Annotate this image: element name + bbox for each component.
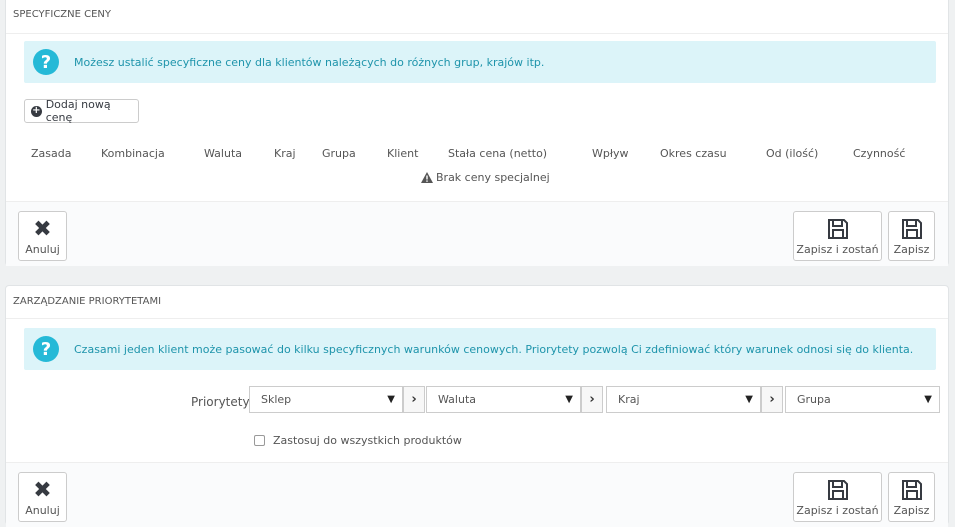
floppy-disk-icon bbox=[901, 480, 922, 500]
cancel-button[interactable]: ✖ Anuluj bbox=[18, 472, 67, 522]
column-header: Waluta bbox=[204, 147, 242, 160]
empty-message: Brak ceny specjalnej bbox=[436, 171, 550, 184]
priority-select-4[interactable]: Grupa ▼ bbox=[785, 386, 940, 413]
save-button[interactable]: Zapisz bbox=[888, 472, 935, 522]
question-icon: ? bbox=[33, 336, 59, 362]
panel-footer: ✖ Anuluj Zapisz i zostań Zapisz bbox=[6, 201, 948, 266]
panel-footer: ✖ Anuluj Zapisz i zostań Zapisz bbox=[6, 462, 948, 527]
add-new-price-label: Dodaj nową cenę bbox=[45, 98, 111, 124]
caret-down-icon: ▼ bbox=[924, 394, 932, 405]
save-and-stay-button[interactable]: Zapisz i zostań bbox=[793, 472, 882, 522]
column-header: Od (ilość) bbox=[766, 147, 819, 160]
select-value: Waluta bbox=[438, 393, 476, 406]
add-new-price-button[interactable]: + Dodaj nową cenę bbox=[24, 98, 139, 124]
column-header: Grupa bbox=[322, 147, 356, 160]
save-and-stay-button[interactable]: Zapisz i zostań bbox=[793, 211, 882, 261]
save-button[interactable]: Zapisz bbox=[888, 211, 935, 261]
question-icon: ? bbox=[33, 49, 59, 75]
floppy-disk-icon bbox=[827, 219, 848, 239]
priority-select-3[interactable]: Kraj ▼ bbox=[606, 386, 761, 413]
cancel-label: Anuluj bbox=[25, 243, 60, 256]
chevron-right-icon: › bbox=[581, 386, 603, 413]
save-and-stay-label: Zapisz i zostań bbox=[796, 243, 879, 256]
priority-select-1[interactable]: Sklep ▼ bbox=[249, 386, 403, 413]
caret-down-icon: ▼ bbox=[387, 394, 395, 405]
panel-title: Specyficzne ceny bbox=[6, 0, 948, 34]
column-header: Wpływ bbox=[592, 147, 629, 160]
priorities-panel: Zarządzanie priorytetami ? Czasami jeden… bbox=[5, 285, 949, 527]
floppy-disk-icon bbox=[827, 480, 848, 500]
priorities-label: Priorytety bbox=[191, 395, 250, 409]
info-alert: ? Czasami jeden klient może pasować do k… bbox=[24, 328, 936, 370]
warning-icon bbox=[421, 172, 433, 183]
floppy-disk-icon bbox=[901, 219, 922, 239]
select-value: Grupa bbox=[797, 393, 831, 406]
column-header: Klient bbox=[387, 147, 419, 160]
cancel-button[interactable]: ✖ Anuluj bbox=[18, 211, 67, 261]
apply-all-option[interactable]: Zastosuj do wszystkich produktów bbox=[254, 434, 462, 447]
info-alert: ? Możesz ustalić specyficzne ceny dla kl… bbox=[24, 41, 936, 83]
empty-table-row: Brak ceny specjalnej bbox=[421, 171, 550, 184]
panel-title: Zarządzanie priorytetami bbox=[6, 286, 948, 319]
info-text: Czasami jeden klient może pasować do kil… bbox=[74, 342, 914, 356]
apply-all-checkbox[interactable] bbox=[254, 435, 265, 446]
plus-circle-icon: + bbox=[31, 104, 42, 117]
priority-select-2[interactable]: Waluta ▼ bbox=[426, 386, 581, 413]
cancel-label: Anuluj bbox=[25, 504, 60, 517]
column-header: Kraj bbox=[274, 147, 296, 160]
select-value: Sklep bbox=[261, 393, 292, 406]
column-header: Stała cena (netto) bbox=[448, 147, 548, 160]
column-header: Kombinacja bbox=[101, 147, 165, 160]
save-label: Zapisz bbox=[893, 504, 930, 517]
chevron-right-icon: › bbox=[403, 386, 425, 413]
info-text: Możesz ustalić specyficzne ceny dla klie… bbox=[74, 55, 545, 69]
column-header: Czynność bbox=[853, 147, 906, 160]
close-icon: ✖ bbox=[33, 478, 52, 503]
save-label: Zapisz bbox=[893, 243, 930, 256]
save-and-stay-label: Zapisz i zostań bbox=[796, 504, 879, 517]
apply-all-label: Zastosuj do wszystkich produktów bbox=[273, 434, 462, 447]
column-header: Okres czasu bbox=[660, 147, 727, 160]
column-header: Zasada bbox=[31, 147, 72, 160]
specific-prices-panel: Specyficzne ceny ? Możesz ustalić specyf… bbox=[5, 0, 949, 266]
close-icon: ✖ bbox=[33, 217, 52, 242]
caret-down-icon: ▼ bbox=[565, 394, 573, 405]
chevron-right-icon: › bbox=[761, 386, 783, 413]
caret-down-icon: ▼ bbox=[745, 394, 753, 405]
select-value: Kraj bbox=[618, 393, 640, 406]
